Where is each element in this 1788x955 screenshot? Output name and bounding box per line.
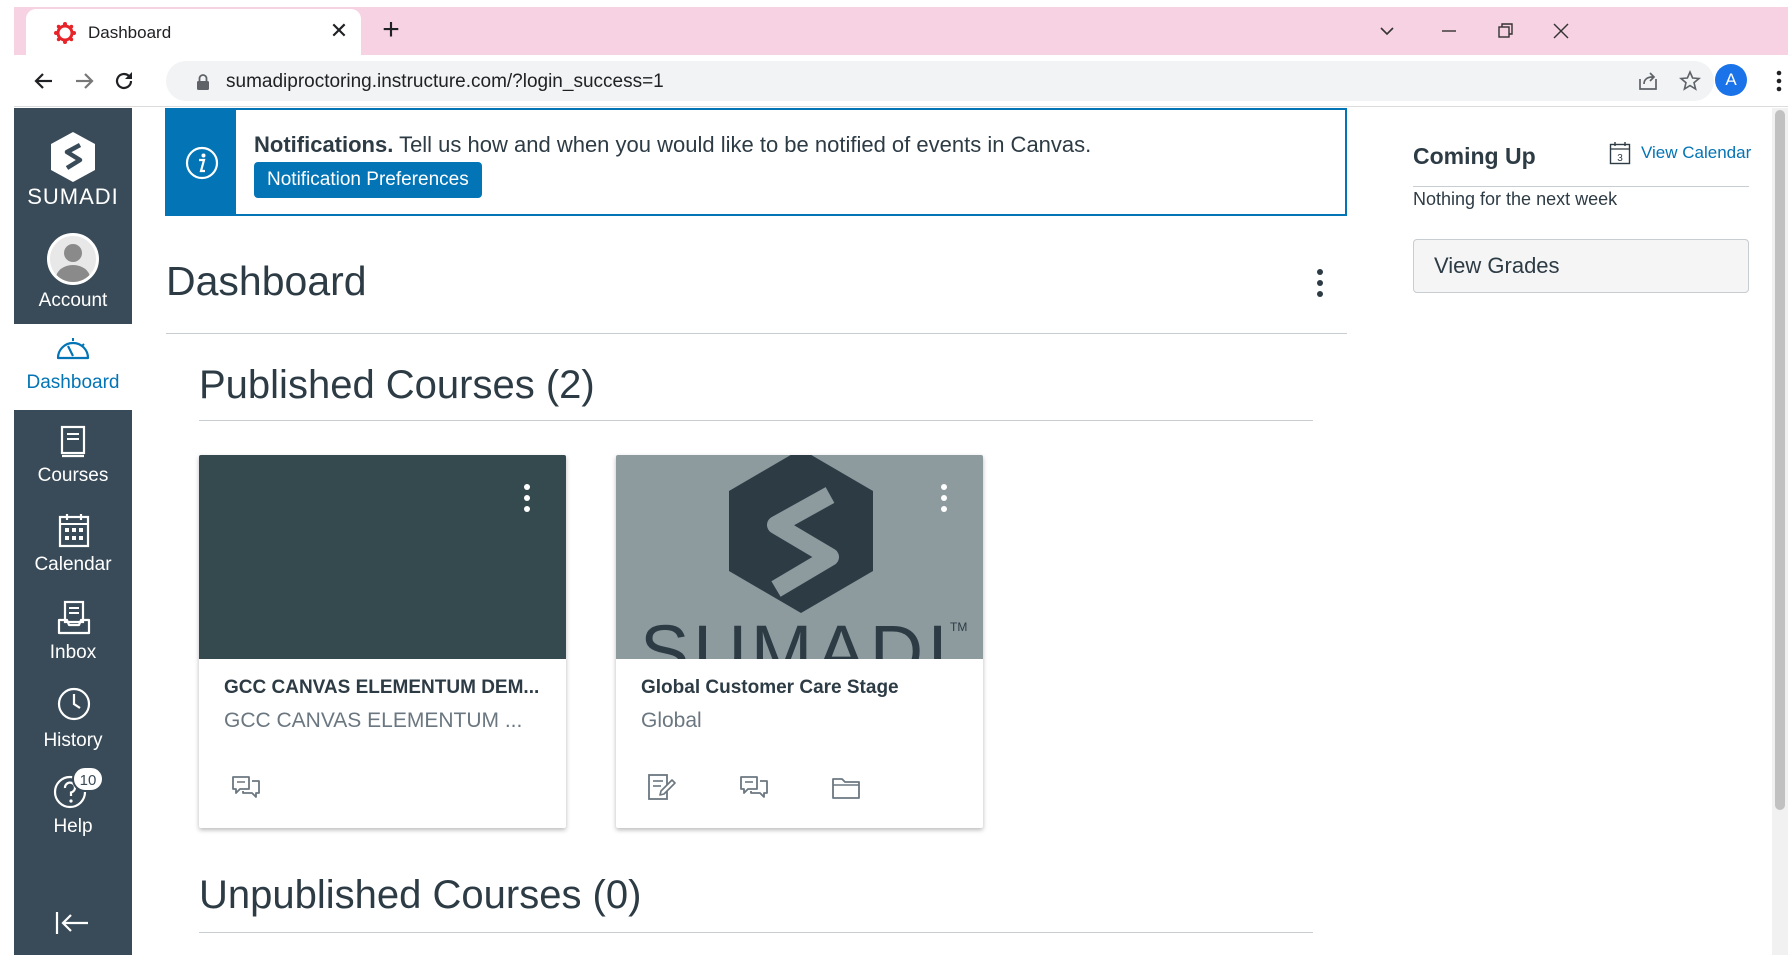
coming-up-title: Coming Up xyxy=(1413,143,1536,169)
notification-banner: Notifications. Tell us how and when you … xyxy=(165,108,1347,216)
assignments-icon[interactable] xyxy=(645,771,677,803)
course-card-options-icon[interactable] xyxy=(932,479,956,519)
reload-icon[interactable] xyxy=(110,67,138,95)
nav-item-calendar[interactable]: Calendar xyxy=(14,506,132,592)
course-card-subtitle: Global xyxy=(641,709,702,732)
course-card-options-icon[interactable] xyxy=(515,479,539,519)
nav-label-help: Help xyxy=(53,816,93,837)
minimize-icon[interactable] xyxy=(1434,16,1464,46)
bookmark-star-icon[interactable] xyxy=(1678,69,1702,93)
notification-preferences-button[interactable]: Notification Preferences xyxy=(254,162,482,198)
scrollbar-thumb[interactable] xyxy=(1775,110,1785,810)
nav-label-dashboard: Dashboard xyxy=(26,372,120,393)
nav-item-dashboard[interactable]: Dashboard xyxy=(14,324,132,410)
course-card-hero[interactable]: SUMADI TM xyxy=(616,455,983,659)
browser-toolbar: sumadiproctoring.instructure.com/?login_… xyxy=(14,55,1788,107)
published-divider xyxy=(199,420,1313,421)
unpublished-divider xyxy=(199,932,1313,933)
inbox-icon xyxy=(57,600,91,635)
unpublished-courses-heading: Unpublished Courses (0) xyxy=(199,873,642,917)
course-card[interactable]: GCC CANVAS ELEMENTUM DEM... GCC CANVAS E… xyxy=(199,455,566,828)
discussions-icon[interactable] xyxy=(738,771,770,803)
nav-label-calendar: Calendar xyxy=(34,554,112,575)
files-folder-icon[interactable] xyxy=(830,771,862,803)
browser-tab[interactable]: Dashboard ✕ xyxy=(26,9,361,55)
tab-close-icon[interactable]: ✕ xyxy=(326,18,352,44)
page-scrollbar[interactable] xyxy=(1772,108,1788,955)
course-card-title[interactable]: GCC CANVAS ELEMENTUM DEM... xyxy=(224,677,544,699)
view-grades-button[interactable]: View Grades xyxy=(1413,239,1749,293)
back-arrow-icon[interactable] xyxy=(30,67,58,95)
hero-logo-wordmark: SUMADI xyxy=(640,610,952,659)
nav-label-inbox: Inbox xyxy=(49,642,97,663)
sumadi-logo-icon xyxy=(51,132,95,182)
clock-icon xyxy=(57,687,91,721)
notification-icon-box xyxy=(167,110,236,214)
course-hero-sumadi-logo: SUMADI TM xyxy=(640,455,967,659)
dashboard-options-icon[interactable] xyxy=(1308,264,1332,304)
discussions-icon[interactable] xyxy=(230,771,262,803)
coming-up-empty-text: Nothing for the next week xyxy=(1413,189,1618,209)
header-divider xyxy=(166,333,1347,334)
book-icon xyxy=(60,425,86,458)
notification-message: Notifications. Tell us how and when you … xyxy=(254,132,1091,158)
course-card-subtitle: GCC CANVAS ELEMENTUM ... xyxy=(224,709,523,732)
forward-arrow-icon[interactable] xyxy=(70,67,98,95)
brand-logo[interactable]: SUMADI xyxy=(14,108,132,209)
browser-tab-bar: Dashboard ✕ + xyxy=(14,7,1788,55)
nav-label-history: History xyxy=(43,730,103,751)
page: Dashboard ✕ + sumadiproctoring.instructu… xyxy=(0,0,1788,955)
svg-text:TM: TM xyxy=(950,620,967,634)
calendar-day-icon: 3 xyxy=(1609,142,1631,165)
window-close-icon[interactable] xyxy=(1546,16,1576,46)
canvas-favicon-icon xyxy=(54,22,76,44)
browser-menu-icon[interactable] xyxy=(1774,67,1784,95)
published-courses-heading: Published Courses (2) xyxy=(199,363,595,407)
page-title: Dashboard xyxy=(166,258,367,304)
tab-search-chevron-icon[interactable] xyxy=(1372,16,1402,46)
global-navigation: SUMADI Account Dashboard Courses Calenda… xyxy=(14,108,132,955)
info-icon xyxy=(185,146,219,180)
new-tab-button[interactable]: + xyxy=(376,15,406,45)
profile-avatar[interactable]: A xyxy=(1715,64,1747,96)
url-text[interactable]: sumadiproctoring.instructure.com/?login_… xyxy=(226,71,664,93)
help-notification-badge: 10 xyxy=(72,766,104,792)
course-card-hero[interactable] xyxy=(199,455,566,659)
nav-item-history[interactable]: History xyxy=(14,682,132,768)
coming-up-divider xyxy=(1413,186,1749,187)
lock-icon[interactable] xyxy=(196,74,210,90)
dashboard-gauge-icon xyxy=(56,338,90,360)
share-icon[interactable] xyxy=(1636,69,1660,93)
nav-label-account: Account xyxy=(38,290,108,311)
calendar-day-number: 3 xyxy=(1617,153,1623,164)
course-card[interactable]: SUMADI TM Global Customer Care Stage Glo… xyxy=(616,455,983,828)
tab-title: Dashboard xyxy=(88,23,172,42)
restore-icon[interactable] xyxy=(1490,16,1520,46)
user-avatar-icon xyxy=(47,233,99,285)
collapse-nav-icon[interactable] xyxy=(54,910,92,936)
view-calendar-label[interactable]: View Calendar xyxy=(1641,143,1751,163)
nav-item-help[interactable]: 10 Help xyxy=(14,766,132,852)
nav-item-account[interactable]: Account xyxy=(14,223,132,318)
nav-item-inbox[interactable]: Inbox xyxy=(14,594,132,680)
notification-title: Notifications. xyxy=(254,132,394,157)
nav-item-courses[interactable]: Courses xyxy=(14,418,132,504)
notification-body: Tell us how and when you would like to b… xyxy=(399,132,1092,157)
address-bar[interactable]: sumadiproctoring.instructure.com/?login_… xyxy=(166,61,1714,101)
calendar-icon xyxy=(58,514,90,548)
nav-label-courses: Courses xyxy=(37,465,109,486)
course-card-title[interactable]: Global Customer Care Stage xyxy=(641,677,961,699)
brand-wordmark: SUMADI xyxy=(27,184,119,209)
